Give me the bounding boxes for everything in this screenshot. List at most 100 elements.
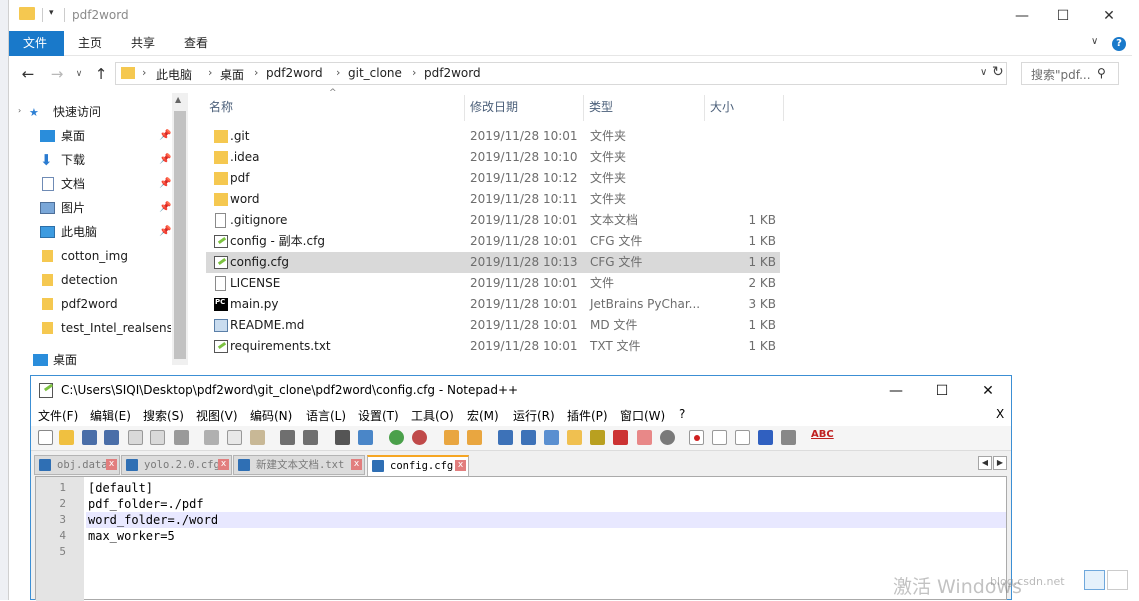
close-file-icon[interactable] [128,430,143,445]
undo-icon[interactable] [280,430,295,445]
file-row[interactable]: .git 2019/11/28 10:01 文件夹 [206,126,780,147]
close-button[interactable]: ✕ [1086,0,1132,31]
column-header-type[interactable]: 类型 [589,95,613,119]
paste-icon[interactable] [250,430,265,445]
nav-item-pictures[interactable]: 图片 📌 [9,197,171,219]
address-bar[interactable]: › 此电脑 › 桌面 › pdf2word › git_clone › pdf2… [115,62,1007,85]
zoom-in-icon[interactable] [389,430,404,445]
breadcrumb-pdf2word[interactable]: pdf2word [266,66,323,80]
search-icon[interactable]: ⚲ [1097,66,1106,80]
column-header-date[interactable]: 修改日期 [470,95,518,119]
chevron-right-icon[interactable]: › [208,66,212,79]
save-icon[interactable] [82,430,97,445]
menu-search[interactable]: 搜索(S) [143,407,184,424]
tab-home[interactable]: 主页 [64,31,116,56]
file-row[interactable]: PC main.py 2019/11/28 10:01 JetBrains Py… [206,294,780,315]
file-row[interactable]: pdf 2019/11/28 10:12 文件夹 [206,168,780,189]
close-button[interactable]: ✕ [965,376,1011,406]
close-all-icon[interactable] [150,430,165,445]
open-file-icon[interactable] [59,430,74,445]
maximize-button[interactable]: ☐ [919,376,965,406]
file-row[interactable]: LICENSE 2019/11/28 10:01 文件 2 KB [206,273,780,294]
run-multiple-icon[interactable] [758,430,773,445]
chevron-down-icon[interactable]: ∨ [980,67,987,78]
playback-icon[interactable] [735,430,750,445]
expand-ribbon-icon[interactable]: ∨ [1091,36,1098,47]
pin-icon[interactable]: 📌 [159,173,171,195]
column-header-name[interactable]: 名称 [209,95,233,119]
menu-tools[interactable]: 工具(O) [411,407,454,424]
file-row[interactable]: .gitignore 2019/11/28 10:01 文本文档 1 KB [206,210,780,231]
code-editor[interactable]: 1 2 3 4 5 [default] pdf_folder=./pdf wor… [35,476,1007,601]
menu-encoding[interactable]: 编码(N) [250,407,292,424]
tab-scroll-right-icon[interactable]: ▶ [993,456,1007,470]
menu-macro[interactable]: 宏(M) [467,407,499,424]
up-button[interactable]: ↑ [91,65,111,83]
chevron-right-icon[interactable]: › [412,66,416,79]
forward-button[interactable]: → [47,65,67,83]
back-button[interactable]: ← [18,65,38,83]
tab-file[interactable]: 文件 [9,31,64,56]
tab-view[interactable]: 查看 [170,31,222,56]
nav-item-cotton-img[interactable]: cotton_img [9,245,169,267]
nav-item-downloads[interactable]: ⬇ 下载 📌 [9,149,171,171]
tab-config-cfg[interactable]: config.cfg x [367,455,469,476]
breadcrumb-pdf2word-current[interactable]: pdf2word [424,66,481,80]
expand-arrow-icon[interactable]: › [18,106,21,115]
zoom-out-icon[interactable] [412,430,427,445]
file-row[interactable]: word 2019/11/28 10:11 文件夹 [206,189,780,210]
nav-item-desktop-root[interactable]: 桌面 [9,349,169,371]
nav-item-detection[interactable]: detection [9,269,169,291]
tab-new-text-document[interactable]: 新建文本文档.txt x [233,455,365,475]
menu-run[interactable]: 运行(R) [513,407,555,424]
nav-item-documents[interactable]: 文档 📌 [9,173,171,195]
stop-recording-icon[interactable] [712,430,727,445]
code-line[interactable]: max_worker=5 [86,528,1006,544]
tab-share[interactable]: 共享 [117,31,169,56]
nav-pane-scrollbar[interactable]: ▲ [172,93,188,365]
monitoring-icon[interactable] [660,430,675,445]
file-row[interactable]: .idea 2019/11/28 10:10 文件夹 [206,147,780,168]
menu-language[interactable]: 语言(L) [306,407,346,424]
copy-icon[interactable] [227,430,242,445]
breadcrumb-desktop[interactable]: 桌面 [220,66,244,83]
maximize-button[interactable]: ☐ [1040,0,1086,31]
code-line-current[interactable]: word_folder=./word [86,512,1006,528]
function-list-icon[interactable] [613,430,628,445]
menu-file[interactable]: 文件(F) [38,407,78,424]
nav-item-this-pc[interactable]: 此电脑 📌 [9,221,171,243]
pin-icon[interactable]: 📌 [159,149,171,171]
nav-quick-access[interactable]: 快速访问 [53,101,101,123]
find-icon[interactable] [335,430,350,445]
spell-check-icon[interactable]: ABC [811,429,834,440]
close-document-button[interactable]: X [996,407,1004,421]
breadcrumb-git-clone[interactable]: git_clone [348,66,402,80]
recent-locations-icon[interactable]: ∨ [69,65,89,83]
menu-window[interactable]: 窗口(W) [620,407,665,424]
close-tab-icon[interactable]: x [106,459,117,470]
customize-quick-access-icon[interactable]: ▾ [49,8,54,18]
new-file-icon[interactable] [38,430,53,445]
show-all-characters-icon[interactable] [521,430,536,445]
nav-item-test-intel-realsense[interactable]: test_Intel_realsense [9,317,171,339]
minimize-button[interactable]: — [873,376,919,406]
code-line[interactable]: [default] [86,480,1006,496]
file-row[interactable]: requirements.txt 2019/11/28 10:01 TXT 文件… [206,336,780,357]
menu-help[interactable]: ? [679,407,685,421]
save-macro-icon[interactable] [781,430,796,445]
code-line[interactable]: pdf_folder=./pdf [86,496,1006,512]
pin-icon[interactable]: 📌 [159,221,171,243]
column-divider[interactable] [704,95,705,121]
language-icon[interactable] [567,430,582,445]
tab-yolo-cfg[interactable]: yolo.2.0.cfg x [121,455,232,475]
file-row[interactable]: config - 副本.cfg 2019/11/28 10:01 CFG 文件 … [206,231,780,252]
save-all-icon[interactable] [104,430,119,445]
breadcrumb-this-pc[interactable]: 此电脑 [156,66,192,83]
close-tab-icon[interactable]: x [351,459,362,470]
column-divider[interactable] [583,95,584,121]
code-line[interactable] [86,544,1006,560]
pin-icon[interactable]: 📌 [159,197,171,219]
column-divider[interactable] [464,95,465,121]
word-wrap-icon[interactable] [498,430,513,445]
scroll-up-icon[interactable]: ▲ [175,95,181,104]
